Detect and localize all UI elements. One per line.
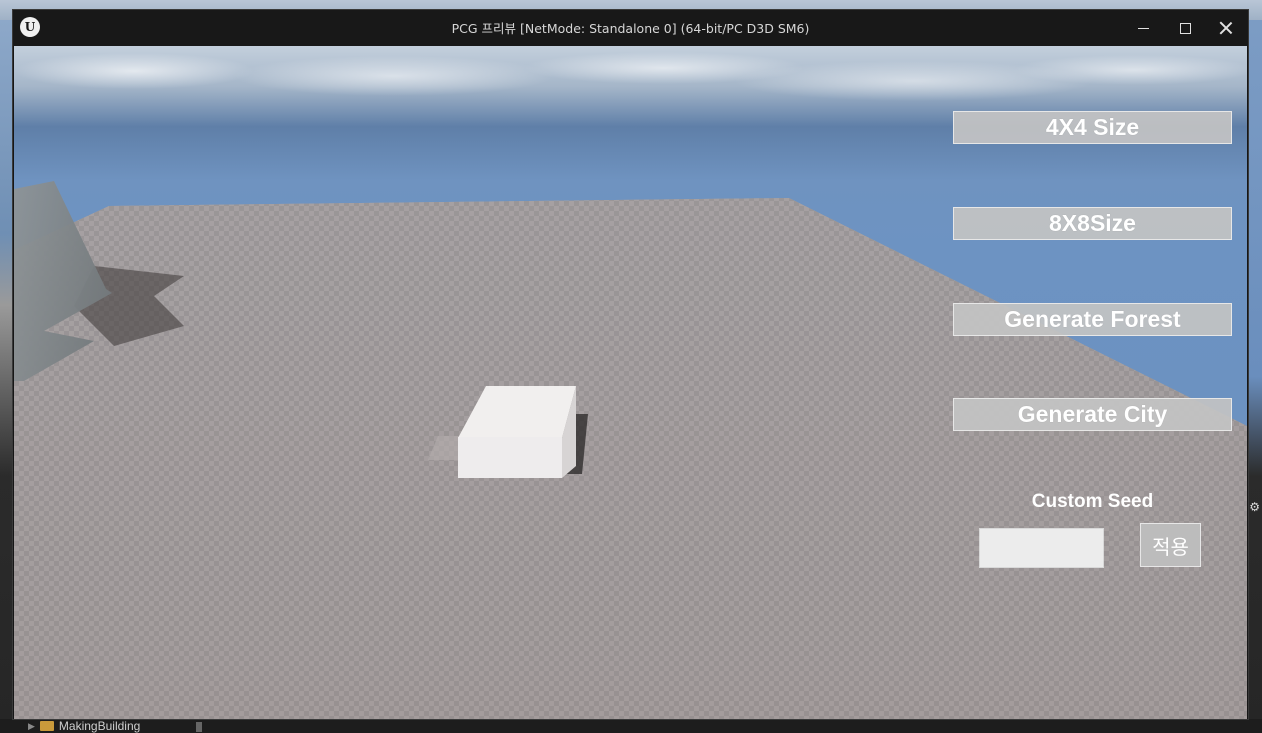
folder-label: MakingBuilding [58,719,141,733]
checker-floor [14,198,1247,719]
settings-icon[interactable]: ⚙ [1249,500,1260,514]
close-icon [1219,21,1233,35]
size-8x8-button[interactable]: 8X8Size [953,207,1232,240]
apply-seed-button[interactable]: 적용 [1140,523,1201,567]
game-window: U PCG 프리뷰 [NetMode: Standalone 0] (64-bi… [12,9,1249,720]
editor-content-browser [0,719,1262,733]
maximize-button[interactable] [1164,10,1206,46]
custom-seed-label: Custom Seed [1031,491,1154,512]
window-title: PCG 프리뷰 [NetMode: Standalone 0] (64-bit/… [451,21,810,36]
minimize-button[interactable] [1122,10,1164,46]
title-bar[interactable]: U PCG 프리뷰 [NetMode: Standalone 0] (64-bi… [13,10,1248,46]
custom-seed-input[interactable] [979,528,1104,568]
editor-background-right [1248,20,1262,733]
cube-front-face [458,437,562,478]
generate-city-button[interactable]: Generate City [953,398,1232,431]
white-cube-mesh [458,386,588,478]
content-folder-item[interactable]: ▶ MakingBuilding [28,719,140,733]
cube-top-face [458,386,576,438]
maximize-icon [1179,22,1191,34]
game-viewport[interactable]: 4X4 Size 8X8Size Generate Forest Generat… [14,46,1247,719]
splitter-handle[interactable] [196,722,202,732]
generate-forest-button[interactable]: Generate Forest [953,303,1232,336]
size-4x4-button[interactable]: 4X4 Size [953,111,1232,144]
sky-clouds [14,46,1247,116]
editor-background-left [0,20,12,733]
expand-arrow-icon[interactable]: ▶ [28,719,35,733]
close-button[interactable] [1205,10,1247,46]
minimize-icon [1137,27,1149,29]
folder-icon [39,721,54,731]
